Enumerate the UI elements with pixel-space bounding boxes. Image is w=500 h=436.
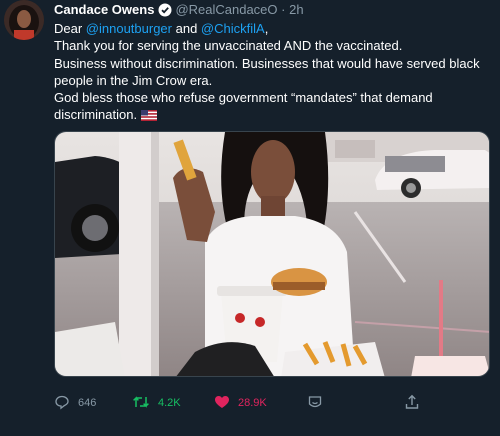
smile-icon [307, 394, 323, 413]
verified-badge-icon [158, 3, 172, 20]
timestamp[interactable]: 2h [289, 2, 303, 17]
share-icon [404, 394, 420, 413]
author-name[interactable]: Candace Owens [54, 2, 154, 17]
tweet-line: people in the Jim Crow era. [54, 72, 213, 88]
avatar[interactable] [4, 0, 44, 40]
mention-innoutburger[interactable]: @innoutburger [86, 21, 172, 36]
tweet-line: God bless those who refuse government “m… [54, 90, 433, 106]
retweet-icon [132, 394, 150, 413]
heart-icon [214, 394, 230, 413]
tweet-photo[interactable] [54, 131, 490, 377]
like-count: 28.9K [238, 397, 267, 409]
author-handle[interactable]: @RealCandaceO [175, 2, 277, 17]
tweet-line: discrimination. [54, 107, 138, 123]
tweet-line: Thank you for serving the unvaccinated A… [54, 38, 403, 54]
reply-count: 646 [78, 397, 97, 409]
reply-icon [54, 394, 70, 413]
mention-chickfila[interactable]: @ChickfilA [201, 21, 265, 36]
and-text: and [172, 21, 201, 36]
reply-button[interactable]: 646 [54, 393, 96, 413]
react-button[interactable] [307, 393, 323, 413]
greeting-text: Dear [54, 21, 86, 36]
tweet-header: Candace Owens @RealCandaceO · 2h [54, 2, 304, 20]
separator-dot: · [281, 2, 286, 17]
tweet-line: Business without discrimination. Busines… [54, 55, 480, 71]
tweet-actions: 646 4.2K 28.9K [54, 393, 494, 413]
like-button[interactable]: 28.9K [214, 393, 267, 413]
greeting-end-text: , [264, 21, 269, 36]
share-button[interactable] [404, 393, 420, 413]
tweet-text: Dear @innoutburger and @ChickfilA, Thank… [54, 20, 494, 126]
retweet-count: 4.2K [158, 397, 181, 409]
tweet-card[interactable]: Candace Owens @RealCandaceO · 2h Dear @in… [0, 0, 500, 436]
retweet-button[interactable]: 4.2K [132, 393, 181, 413]
us-flag-icon [141, 108, 158, 125]
